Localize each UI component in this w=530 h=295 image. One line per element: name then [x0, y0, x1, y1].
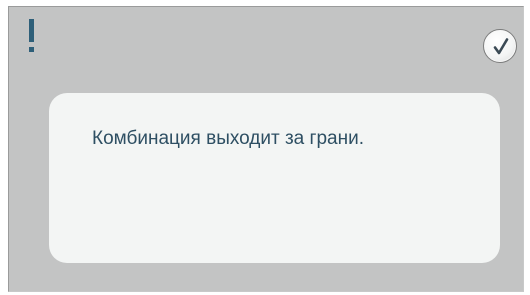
exclamation-dot	[29, 47, 34, 52]
confirm-button[interactable]	[483, 29, 517, 63]
message-panel: Комбинация выходит за грани.	[49, 93, 500, 263]
message-text: Комбинация выходит за грани.	[92, 128, 364, 149]
exclamation-bar	[29, 19, 34, 42]
exclamation-icon	[26, 19, 40, 53]
checkmark-icon	[493, 38, 509, 55]
alert-dialog: Комбинация выходит за грани.	[8, 6, 524, 292]
